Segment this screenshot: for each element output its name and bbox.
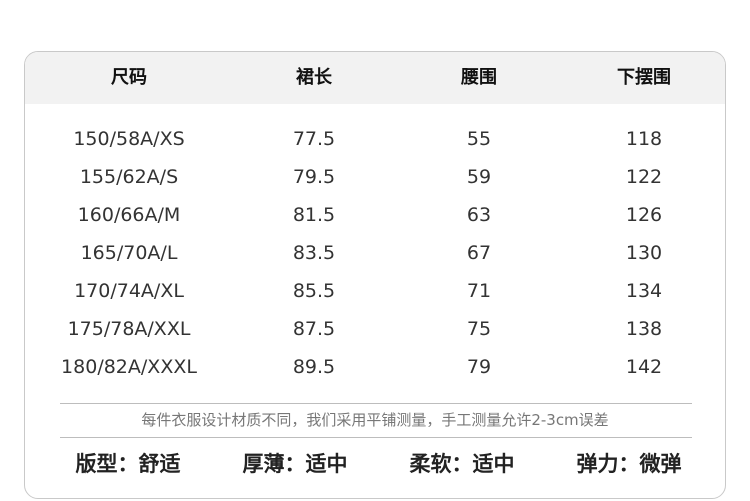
cell-length: 83.5 (292, 242, 336, 264)
header-hem: 下摆围 (617, 67, 671, 88)
cell-hem: 142 (625, 356, 663, 378)
cell-length: 89.5 (292, 356, 336, 378)
header-size: 尺码 (111, 67, 147, 88)
cell-waist: 59 (466, 166, 492, 188)
attr-thickness: 厚薄：适中 (242, 452, 348, 476)
table-row: 150/58A/XS 77.5 55 118 (25, 120, 725, 158)
cell-hem: 130 (625, 242, 663, 264)
cell-length: 81.5 (292, 204, 336, 226)
cell-length: 79.5 (292, 166, 336, 188)
header-skirt-length: 裙长 (296, 67, 332, 88)
size-chart-card: 尺码 裙长 腰围 下摆围 150/58A/XS 77.5 55 118 155/… (24, 51, 726, 499)
product-attributes: 版型：舒适 厚薄：适中 柔软：适中 弹力：微弹 (25, 444, 725, 484)
cell-length: 77.5 (292, 128, 336, 150)
cell-waist: 55 (466, 128, 492, 150)
attr-softness: 柔软：适中 (409, 452, 515, 476)
cell-hem: 122 (625, 166, 663, 188)
cell-length: 87.5 (292, 318, 336, 340)
cell-size: 155/62A/S (79, 166, 179, 188)
table-header: 尺码 裙长 腰围 下摆围 (25, 52, 725, 104)
cell-waist: 67 (466, 242, 492, 264)
table-row: 175/78A/XXL 87.5 75 138 (25, 310, 725, 348)
attr-fit: 版型：舒适 (75, 452, 181, 476)
table-row: 180/82A/XXXL 89.5 79 142 (25, 348, 725, 386)
cell-size: 170/74A/XL (74, 280, 184, 302)
cell-size: 150/58A/XS (73, 128, 185, 150)
table-row: 165/70A/L 83.5 67 130 (25, 234, 725, 272)
attr-elasticity: 弹力：微弹 (576, 452, 682, 476)
divider-bottom (60, 437, 692, 438)
table-row: 170/74A/XL 85.5 71 134 (25, 272, 725, 310)
header-waist: 腰围 (461, 67, 497, 88)
cell-waist: 79 (466, 356, 492, 378)
cell-size: 160/66A/M (77, 204, 181, 226)
cell-waist: 63 (466, 204, 492, 226)
cell-hem: 138 (625, 318, 663, 340)
cell-hem: 118 (625, 128, 663, 150)
table-row: 160/66A/M 81.5 63 126 (25, 196, 725, 234)
measurement-note: 每件衣服设计材质不同，我们采用平铺测量，手工测量允许2-3cm误差 (141, 411, 609, 429)
cell-size: 180/82A/XXXL (61, 356, 197, 378)
table-row: 155/62A/S 79.5 59 122 (25, 158, 725, 196)
cell-size: 165/70A/L (80, 242, 178, 264)
cell-waist: 71 (466, 280, 492, 302)
cell-hem: 126 (625, 204, 663, 226)
cell-hem: 134 (625, 280, 663, 302)
table-body: 150/58A/XS 77.5 55 118 155/62A/S 79.5 59… (25, 120, 725, 386)
cell-waist: 75 (466, 318, 492, 340)
cell-size: 175/78A/XXL (67, 318, 191, 340)
cell-length: 85.5 (292, 280, 336, 302)
